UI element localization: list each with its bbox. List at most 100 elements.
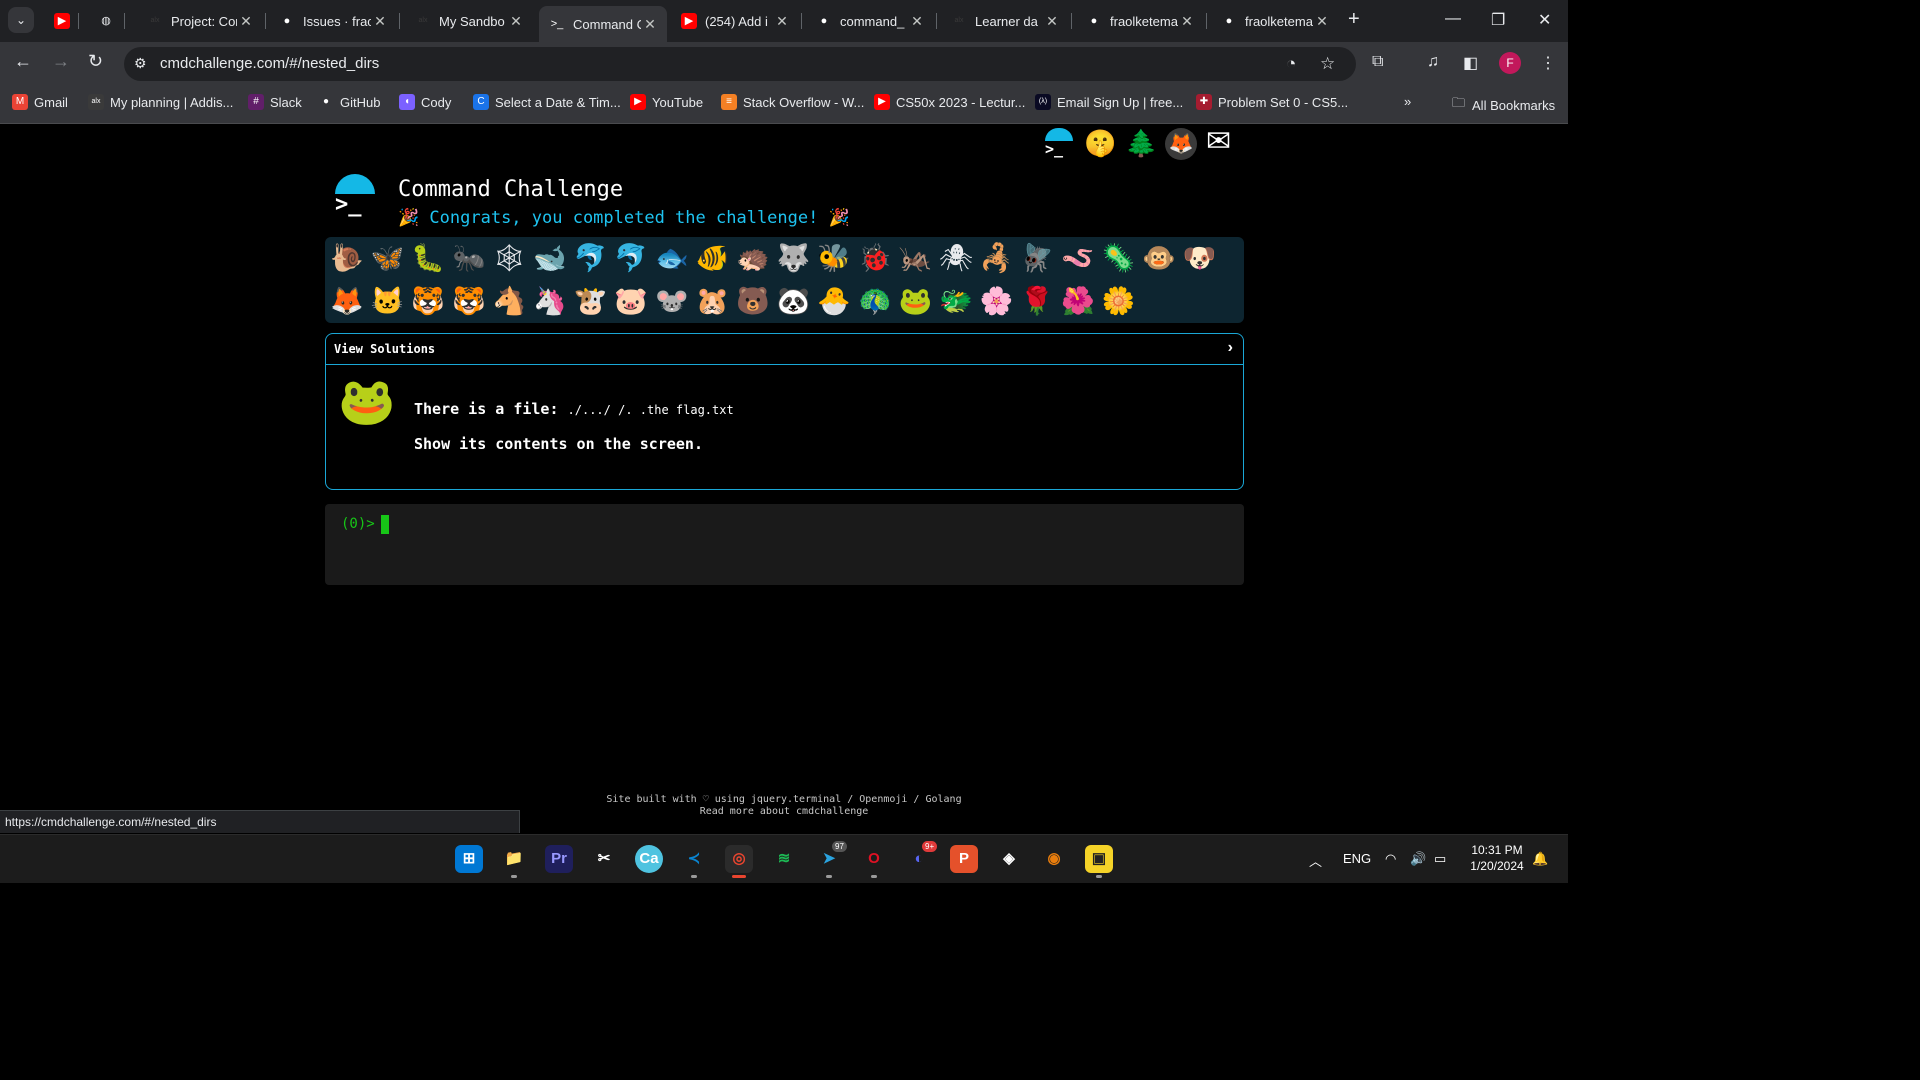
forward-button[interactable]: → — [52, 51, 70, 72]
terminal-logo-icon[interactable]: >_ — [1043, 128, 1073, 158]
browser-tab[interactable]: >_ Command C ✕ — [539, 6, 667, 42]
running-indicator — [871, 875, 877, 878]
browser-tab[interactable]: ◍ — [88, 6, 122, 36]
chrome-icon[interactable]: ◎ — [725, 845, 753, 873]
extensions-icon[interactable]: ⧉ — [1372, 53, 1383, 71]
terminal-cursor[interactable] — [381, 515, 389, 534]
shushing-face-icon[interactable]: 🤫 — [1084, 128, 1116, 159]
volume-icon[interactable]: 🔊 — [1410, 851, 1426, 867]
spotify-icon[interactable]: ≋ — [770, 845, 798, 873]
browser-tab[interactable]: ● fraolketema ✕ — [1211, 6, 1339, 36]
start-icon[interactable]: ⊞ — [455, 845, 483, 873]
new-tab-button[interactable]: + — [1348, 8, 1360, 31]
close-tab-icon[interactable]: ✕ — [237, 13, 255, 30]
media-controls-icon[interactable]: ♫ — [1427, 53, 1439, 71]
bookmark-item[interactable]: ≡ Stack Overflow - W... — [721, 94, 864, 110]
file-explorer-icon[interactable]: 📁 — [500, 845, 528, 873]
alx-icon: alx — [954, 17, 964, 24]
close-tab-icon[interactable]: ✕ — [641, 16, 659, 33]
windows-taskbar: ⊞ 📁 Pr ✂ Ca ≺ ◎ ≋ ➤ O ◐ P ◈ ◉ ▣ 97 9+ ︿ ENG ◠ 🔊 ▭ 10:31 … — [0, 834, 1568, 883]
bookmark-item[interactable]: ◖ Cody — [399, 94, 451, 110]
menu-icon[interactable]: ⋮ — [1540, 53, 1556, 73]
notifications-icon[interactable]: 🔔 — [1532, 851, 1548, 867]
vscode-icon[interactable]: ≺ — [680, 845, 708, 873]
site-info-icon[interactable]: ⚙ — [134, 55, 147, 72]
close-tab-icon[interactable]: ✕ — [1178, 13, 1196, 30]
bookmark-item[interactable]: ● GitHub — [318, 94, 381, 110]
side-panel-icon[interactable]: ◧ — [1463, 53, 1478, 73]
postman-icon[interactable]: P — [950, 845, 978, 873]
bookmark-item[interactable]: # Slack — [248, 94, 302, 110]
badge-grid: 🐌 🦋 🐛 🐜 🕸 🐋 🐬 🐬 🐟 🐠 🦔 🐺 🐝 🐞 🦗 🕷 🦂 🪰 🪱 🦠 🐵 🐶 🦊 🐱 🐯 🐯 🐴 🦄 🐮 🐷 🐭 🐹 🐻 🐼 🐣 🦚 🐸 🐲 🌸 🌹… — [325, 237, 1244, 323]
bookmark-item[interactable]: M Gmail — [12, 94, 68, 110]
close-tab-icon[interactable]: ✕ — [371, 13, 389, 30]
github-icon: ● — [1225, 15, 1233, 27]
badge-icon: 🐬 — [614, 243, 648, 273]
reload-button[interactable]: ↻ — [88, 51, 103, 72]
badge-icon: 🐸 — [898, 286, 933, 316]
running-indicator — [1096, 875, 1102, 878]
restore-button[interactable]: ❐ — [1491, 10, 1505, 30]
address-bar[interactable]: ⚙ cmdchallenge.com/#/nested_dirs ◔ ☆ — [124, 47, 1356, 81]
close-tab-icon[interactable]: ✕ — [507, 13, 525, 30]
performance-icon[interactable]: ◔ — [1286, 54, 1296, 74]
more-bookmarks-icon[interactable]: » — [1404, 94, 1411, 109]
alx-icon: alx — [150, 17, 160, 24]
cody-icon: ◖ — [399, 94, 415, 110]
challenge-file-path: ./.../ /. .the flag.txt — [567, 403, 734, 417]
close-window-button[interactable]: ✕ — [1538, 10, 1551, 30]
photos-icon[interactable]: ◈ — [995, 845, 1023, 873]
browser-tab[interactable]: ▶ (254) Add i ✕ — [671, 6, 799, 36]
christmas-tree-icon[interactable]: 🌲 — [1125, 128, 1157, 159]
system-clock[interactable]: 10:31 PM 1/20/2024 — [1462, 842, 1532, 874]
tab-search-button[interactable]: ⌄ — [8, 7, 34, 33]
show-hidden-icons[interactable]: ︿ — [1309, 851, 1322, 870]
browser-tab[interactable]: alx My Sandbo ✕ — [405, 6, 533, 36]
browser-tab[interactable]: ● command_ ✕ — [806, 6, 934, 36]
browser-tab[interactable]: alx Learner da ✕ — [941, 6, 1069, 36]
running-indicator — [732, 875, 746, 878]
canva-icon[interactable]: Ca — [635, 845, 663, 873]
badge-icon: 🦋 — [370, 243, 405, 273]
browser-tab[interactable]: ● Issues · frac ✕ — [269, 6, 397, 36]
badge-icon: 🐷 — [614, 286, 648, 316]
badge-icon: 🌺 — [1060, 286, 1095, 316]
tab-title: (254) Add i — [705, 13, 768, 29]
bookmark-label: Gmail — [34, 94, 68, 110]
terminal[interactable]: (0)> — [325, 504, 1244, 585]
language-indicator[interactable]: ENG — [1343, 851, 1371, 866]
opera-icon[interactable]: O — [860, 845, 888, 873]
premiere-pro-icon[interactable]: Pr — [545, 845, 573, 873]
bookmark-item[interactable]: ✚ Problem Set 0 - CS5... — [1196, 94, 1348, 110]
bookmark-item[interactable]: ▶ YouTube — [630, 94, 703, 110]
browser-tab[interactable]: ▶ — [44, 6, 76, 36]
bookmark-item[interactable]: ▶ CS50x 2023 - Lectur... — [874, 94, 1025, 110]
gitlab-icon[interactable]: 🦊 — [1165, 128, 1197, 160]
view-solutions-header[interactable]: View Solutions › — [326, 334, 1243, 365]
close-tab-icon[interactable]: ✕ — [1313, 13, 1331, 30]
wifi-icon[interactable]: ◠ — [1385, 851, 1396, 867]
mail-icon[interactable]: ✉ — [1206, 124, 1231, 159]
browser-tab[interactable]: alx Project: Cor ✕ — [137, 6, 263, 36]
bookmark-star-icon[interactable]: ☆ — [1320, 54, 1335, 74]
close-tab-icon[interactable]: ✕ — [908, 13, 926, 30]
bookmark-item[interactable]: alx My planning | Addis... — [88, 94, 233, 110]
browser-tab[interactable]: ● fraolketema ✕ — [1076, 6, 1204, 36]
close-tab-icon[interactable]: ✕ — [773, 13, 791, 30]
profile-avatar[interactable]: F — [1499, 52, 1521, 74]
discord-badge: 9+ — [922, 841, 938, 852]
close-tab-icon[interactable]: ✕ — [1043, 13, 1061, 30]
all-bookmarks-button[interactable]: 🗀 All Bookmarks — [1452, 94, 1555, 116]
capcut-icon[interactable]: ✂ — [590, 845, 618, 873]
url-text[interactable]: cmdchallenge.com/#/nested_dirs — [160, 55, 379, 72]
battery-icon[interactable]: ▭ — [1434, 851, 1446, 867]
bookmark-item[interactable]: C Select a Date & Tim... — [473, 94, 621, 110]
back-button[interactable]: ← — [14, 51, 32, 72]
badge-icon: 🐺 — [776, 243, 811, 273]
site-logo-icon[interactable]: >_ — [333, 174, 377, 218]
bookmark-item[interactable]: (λ) Email Sign Up | free... — [1035, 94, 1183, 110]
sticky-notes-icon[interactable]: ▣ — [1085, 845, 1113, 873]
blender-icon[interactable]: ◉ — [1040, 845, 1068, 873]
minimize-button[interactable]: — — [1445, 10, 1461, 28]
github-icon: ● — [820, 15, 828, 27]
